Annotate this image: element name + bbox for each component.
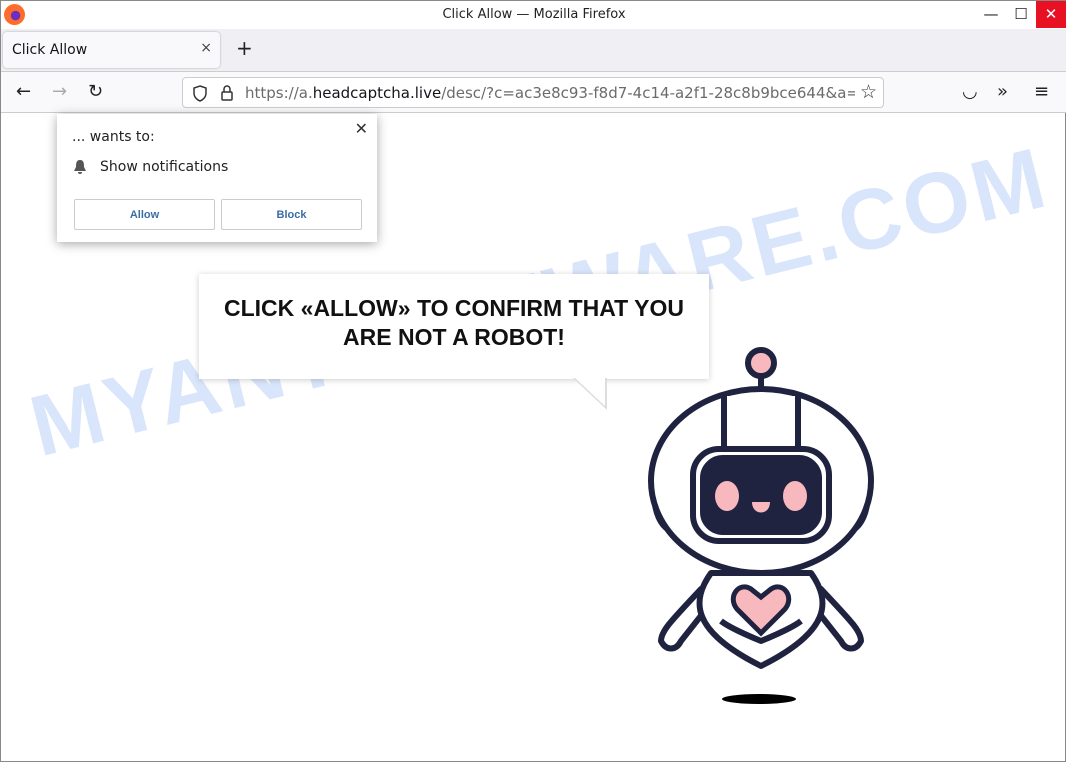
shield-icon[interactable] bbox=[192, 85, 208, 102]
close-window-button[interactable]: ✕ bbox=[1036, 1, 1066, 28]
forward-button[interactable]: → bbox=[52, 81, 67, 102]
bookmark-star-icon[interactable]: ☆ bbox=[860, 81, 877, 103]
popup-close-icon[interactable]: ✕ bbox=[355, 119, 368, 138]
tab-bar: Click Allow × + bbox=[1, 29, 1066, 71]
new-tab-button[interactable]: + bbox=[236, 36, 253, 60]
title-bar: Click Allow — Mozilla Firefox — ☐ ✕ bbox=[1, 1, 1066, 29]
navigation-bar: ← → ↻ https://a.headcaptcha.live/desc/?c… bbox=[1, 71, 1066, 113]
permission-label: Show notifications bbox=[100, 159, 229, 175]
lock-icon[interactable] bbox=[220, 84, 234, 102]
back-button[interactable]: ← bbox=[16, 81, 31, 102]
maximize-button[interactable]: ☐ bbox=[1006, 1, 1036, 28]
tab-close-icon[interactable]: × bbox=[200, 40, 212, 56]
bell-icon bbox=[74, 160, 86, 174]
robot-illustration bbox=[648, 347, 874, 704]
tab-label: Click Allow bbox=[12, 42, 88, 58]
bubble-tail-fill bbox=[575, 378, 605, 406]
robot-message-bubble: CLICK «ALLOW» TO CONFIRM THAT YOU ARE NO… bbox=[199, 274, 709, 379]
reload-button[interactable]: ↻ bbox=[88, 81, 103, 102]
url-bar[interactable]: https://a.headcaptcha.live/desc/?c=ac3e8… bbox=[182, 77, 884, 108]
overflow-menu-icon[interactable]: » bbox=[997, 81, 1008, 102]
tab-click-allow[interactable]: Click Allow × bbox=[3, 32, 220, 68]
message-line-2: ARE NOT A ROBOT! bbox=[343, 324, 565, 350]
popup-wants-label: ... wants to: bbox=[72, 129, 155, 145]
allow-button[interactable]: Allow bbox=[74, 199, 215, 230]
window-title: Click Allow — Mozilla Firefox bbox=[442, 7, 626, 22]
block-button[interactable]: Block bbox=[221, 199, 362, 230]
notification-permission-popup: ... wants to: ✕ Show notifications Allow… bbox=[57, 114, 377, 242]
message-line-1: CLICK «ALLOW» TO CONFIRM THAT YOU bbox=[224, 295, 684, 321]
hamburger-menu-icon[interactable]: ≡ bbox=[1034, 81, 1049, 102]
pocket-icon[interactable]: ◡ bbox=[962, 81, 978, 102]
url-text[interactable]: https://a.headcaptcha.live/desc/?c=ac3e8… bbox=[245, 84, 855, 102]
minimize-button[interactable]: — bbox=[976, 1, 1006, 28]
